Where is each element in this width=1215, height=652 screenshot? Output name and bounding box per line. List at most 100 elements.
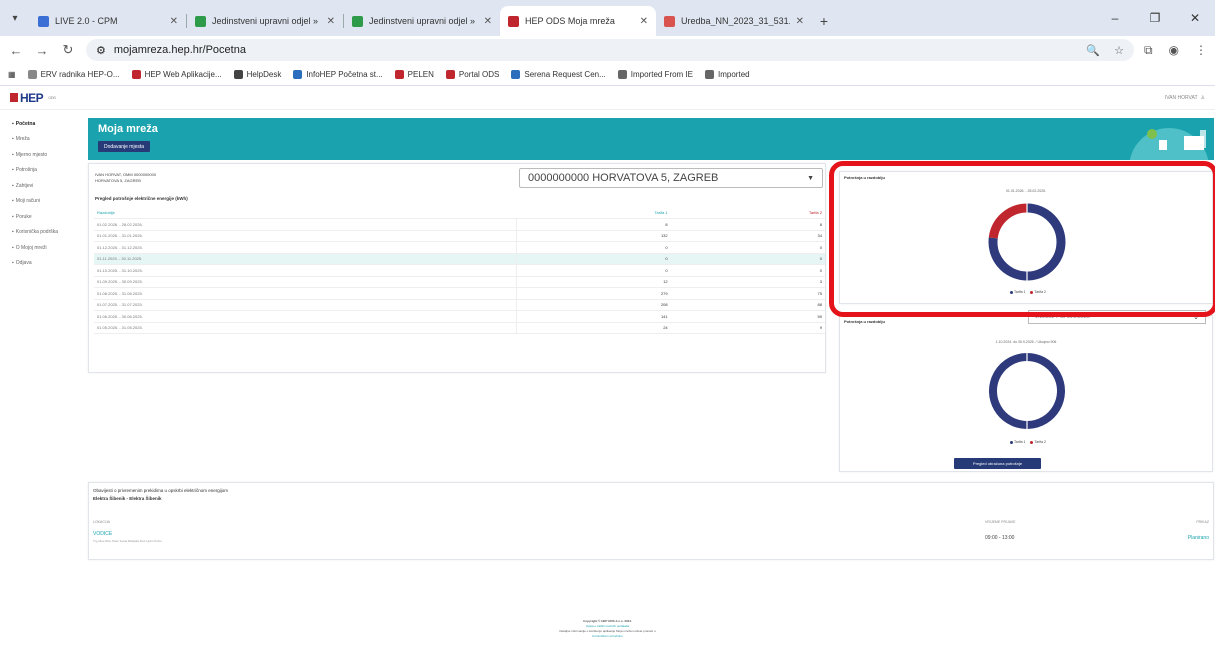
bookmark-item[interactable]: ERV radnika HEP-O...: [27, 70, 120, 79]
browser-tab[interactable]: Jedinstveni upravni odjel » Lov✕: [344, 6, 500, 36]
site-header: HEP ODS IVAN HORVAT ♙: [0, 86, 1215, 110]
table-row[interactable]: 01.07.2025. - 31.07.2025. 208 88: [94, 299, 825, 311]
table-row[interactable]: 01.02.2026. - 28.02.2026. 8 8: [94, 218, 825, 231]
tariff1-cell: 24: [515, 322, 671, 334]
close-window-icon[interactable]: ✕: [1175, 0, 1215, 36]
nav-icon: ▪: [12, 120, 14, 127]
col-period[interactable]: Razdoblje: [94, 207, 517, 219]
nav-icon: ▪: [12, 198, 14, 205]
sidebar-item[interactable]: ▪ Poruke: [0, 209, 82, 225]
period-cell: 01.10.2025. - 31.10.2025.: [94, 264, 517, 277]
table-row[interactable]: 01.08.2025. - 31.08.2025. 279 75: [94, 287, 825, 300]
col-time: VRIJEME PRIJAVE: [985, 520, 1016, 524]
outage-location-link[interactable]: VODICE: [93, 531, 112, 537]
new-tab-button[interactable]: +: [812, 6, 836, 36]
table-row[interactable]: 01.11.2025. - 30.11.2025. 0 0: [94, 253, 825, 265]
bookmark-item[interactable]: InfoHEP Početna st...: [293, 70, 383, 79]
bookmark-star-icon[interactable]: ☆: [1114, 44, 1124, 57]
browser-tab[interactable]: HEP ODS Moja mreža ✕: [500, 6, 656, 36]
close-tab-icon[interactable]: ✕: [640, 16, 648, 27]
tab-favicon-icon: [508, 15, 519, 27]
zoom-icon[interactable]: 🔍: [1086, 44, 1100, 57]
chart-subtitle: 1.10.2024. do 30.9.2025. / Ukupno 906: [995, 340, 1057, 344]
table-row[interactable]: 01.10.2025. - 31.10.2025. 0 0: [94, 264, 825, 277]
col-tariff-2: Tarifa 2: [670, 207, 825, 219]
close-tab-icon[interactable]: ✕: [327, 16, 335, 27]
bookmark-item[interactable]: HEP Web Aplikacije...: [131, 70, 222, 79]
period-cell: 01.08.2025. - 31.08.2025.: [94, 287, 517, 300]
tariff1-cell: 12: [515, 276, 671, 288]
reload-icon[interactable]: ↻: [60, 42, 76, 58]
close-tab-icon[interactable]: ✕: [796, 16, 804, 27]
tab-favicon-icon: [664, 15, 675, 27]
back-icon[interactable]: ←: [8, 43, 24, 58]
forward-icon[interactable]: →: [34, 43, 50, 58]
table-row[interactable]: 01.01.2026. - 31.01.2026. 132 34: [94, 230, 825, 242]
user-menu[interactable]: IVAN HORVAT ♙: [1165, 95, 1205, 101]
browser-tab[interactable]: LIVE 2.0 - CPM ✕: [30, 6, 186, 36]
tab-favicon-icon: [38, 15, 49, 27]
metering-point-select[interactable]: 0000000000 HORVATOVA 5, ZAGREB ▼: [519, 168, 823, 188]
bookmark-item[interactable]: HelpDesk: [233, 70, 281, 79]
donut-chart: [988, 203, 1066, 281]
table-row[interactable]: 01.12.2025. - 31.12.2025. 0 0: [94, 241, 825, 254]
chart-title: Potrošnja u razdoblju: [844, 175, 885, 180]
bookmark-item[interactable]: Imported: [705, 70, 750, 79]
hep-logo[interactable]: HEP ODS: [10, 91, 56, 105]
minimize-icon[interactable]: –: [1095, 0, 1135, 36]
manual-link[interactable]: Korisničkom priručniku: [0, 634, 1215, 639]
close-tab-icon[interactable]: ✕: [170, 16, 178, 27]
tariff1-cell: 279: [515, 287, 671, 300]
period-select[interactable]: 1.10.2024. do 30.9.2025. ⌄: [1028, 310, 1206, 324]
table-row[interactable]: 01.06.2025. - 30.06.2025. 141 59: [94, 310, 825, 323]
sidebar-item[interactable]: ▪ Moji računi: [0, 194, 82, 210]
browser-tab[interactable]: Jedinstveni upravni odjel » Lov✕: [187, 6, 343, 36]
bookmark-icon: [394, 70, 404, 79]
sidebar-item[interactable]: ▪ Mjerno mjesto: [0, 147, 82, 163]
sidebar-item[interactable]: ▪ O Mojoj mreži: [0, 240, 82, 256]
donut-slice-tarifa-2[interactable]: [988, 203, 1028, 239]
tab-favicon-icon: [195, 15, 206, 27]
bookmark-item[interactable]: Portal ODS: [445, 70, 499, 79]
sidebar-item[interactable]: ▪ Korisnička podrška: [0, 225, 82, 241]
table-row[interactable]: 01.05.2025. - 31.05.2025. 24 9: [94, 322, 825, 334]
site-info-icon[interactable]: ⚙: [96, 44, 106, 57]
sidebar-item[interactable]: ▪ Potrošnja: [0, 163, 82, 179]
tab-search-icon[interactable]: ▾: [0, 0, 30, 36]
bookmark-icon: [445, 70, 455, 79]
outage-status-link[interactable]: Planirano: [1188, 535, 1209, 541]
tariff2-cell: 3: [670, 276, 825, 288]
url-text: mojamreza.hep.hr/Pocetna: [113, 44, 246, 56]
period-cell: 01.05.2025. - 31.05.2025.: [94, 322, 517, 334]
view-bills-button[interactable]: Pregled obračuna potrošnje: [954, 458, 1041, 469]
tariff2-cell: 0: [670, 264, 825, 277]
nav-icon: ▪: [12, 260, 14, 267]
browser-tab[interactable]: Uredba_NN_2023_31_531.pdf✕: [656, 6, 812, 36]
restore-icon[interactable]: ❐: [1135, 0, 1175, 36]
sidebar-item[interactable]: ▪ Zahtjevi: [0, 178, 82, 194]
sidebar-item[interactable]: ▪ Odjava: [0, 256, 82, 272]
tariff2-cell: 34: [670, 230, 825, 242]
menu-icon[interactable]: ⋮: [1195, 43, 1207, 58]
profile-icon[interactable]: ◉: [1169, 43, 1179, 58]
sidebar-item[interactable]: ▪ Mreža: [0, 132, 82, 148]
bookmark-item[interactable]: Imported From IE: [617, 70, 693, 79]
bookmark-item[interactable]: Serena Request Cen...: [511, 70, 606, 79]
apps-icon[interactable]: ▦: [8, 70, 16, 79]
nav-icon: ▪: [12, 151, 14, 158]
period-cell: 01.12.2025. - 31.12.2025.: [94, 241, 517, 254]
add-place-button[interactable]: Dodavanje mjesta: [98, 141, 151, 152]
url-field[interactable]: ⚙ mojamreza.hep.hr/Pocetna 🔍 ☆: [86, 39, 1134, 61]
sidebar-item[interactable]: ▪ Početna: [0, 116, 82, 132]
banner-illustration: [1129, 128, 1209, 160]
tariff1-cell: 0: [515, 241, 671, 254]
outage-area: Elektra Šibenik - Elektra Šibenik: [93, 496, 162, 501]
tariff1-cell: 132: [515, 230, 671, 242]
period-cell: 01.07.2025. - 31.07.2025.: [94, 299, 517, 311]
bookmark-item[interactable]: PELEN: [394, 70, 434, 79]
extensions-icon[interactable]: ⧉: [1144, 43, 1153, 58]
table-row[interactable]: 01.09.2025. - 30.09.2025. 12 3: [94, 276, 825, 288]
donut-slice-tarifa-1[interactable]: [989, 353, 1065, 429]
tariff1-cell: 0: [515, 264, 671, 277]
close-tab-icon[interactable]: ✕: [484, 16, 492, 27]
